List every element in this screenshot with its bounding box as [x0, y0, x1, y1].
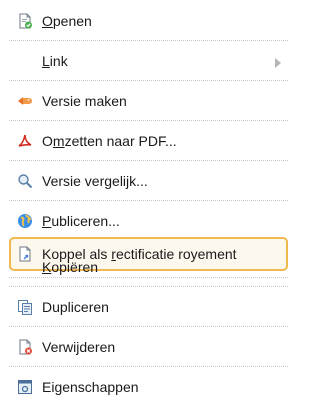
menu-item-omzetten-naar-pdf[interactable]: Omzetten naar PDF... — [9, 124, 288, 158]
menu-item-versie-maken[interactable]: Versie maken — [9, 84, 288, 118]
menu-item-label: Versie maken — [42, 93, 127, 109]
menu-item-label: Dupliceren — [42, 299, 109, 315]
menu-item-link[interactable]: Link — [9, 44, 288, 78]
menu-item-label: Publiceren... — [42, 213, 120, 229]
menu-item-label: Eigenschappen — [42, 379, 139, 395]
menu-item-label: Openen — [42, 13, 92, 29]
magnifier-compare-icon — [17, 173, 33, 189]
menu-separator — [9, 200, 288, 201]
context-menu: Openen Link Versie maken Omzetten naar P… — [0, 0, 297, 412]
properties-icon — [17, 379, 33, 395]
menu-separator — [9, 286, 288, 287]
menu-separator — [9, 120, 288, 121]
menu-separator — [9, 80, 288, 81]
menu-item-label: Kopiëren — [42, 259, 99, 275]
menu-separator — [9, 366, 288, 367]
menu-separator — [9, 326, 288, 327]
menu-item-label: Omzetten naar PDF... — [42, 133, 177, 149]
menu-item-verwijderen[interactable]: Verwijderen — [9, 330, 288, 364]
pdf-icon — [17, 133, 33, 149]
chevron-right-icon — [274, 55, 282, 68]
menu-item-publiceren[interactable]: Publiceren... — [9, 204, 288, 238]
duplicate-icon — [17, 299, 33, 315]
menu-item-openen[interactable]: Openen — [9, 4, 288, 38]
menu-separator — [9, 160, 288, 161]
new-version-icon — [17, 93, 33, 109]
menu-item-dupliceren[interactable]: Dupliceren — [9, 290, 288, 324]
menu-item-versie-vergelijk[interactable]: Versie vergelijk... — [9, 164, 288, 198]
menu-item-eigenschappen[interactable]: Eigenschappen — [9, 370, 288, 404]
menu-item-label: Link — [42, 53, 68, 69]
globe-publish-icon — [17, 213, 33, 229]
menu-item-kopieren[interactable]: Kopiëren — [9, 250, 288, 284]
menu-separator — [9, 40, 288, 41]
menu-item-label: Verwijderen — [42, 339, 116, 355]
menu-item-label: Versie vergelijk... — [42, 173, 148, 189]
open-document-icon — [17, 13, 33, 29]
delete-document-icon — [17, 339, 33, 355]
